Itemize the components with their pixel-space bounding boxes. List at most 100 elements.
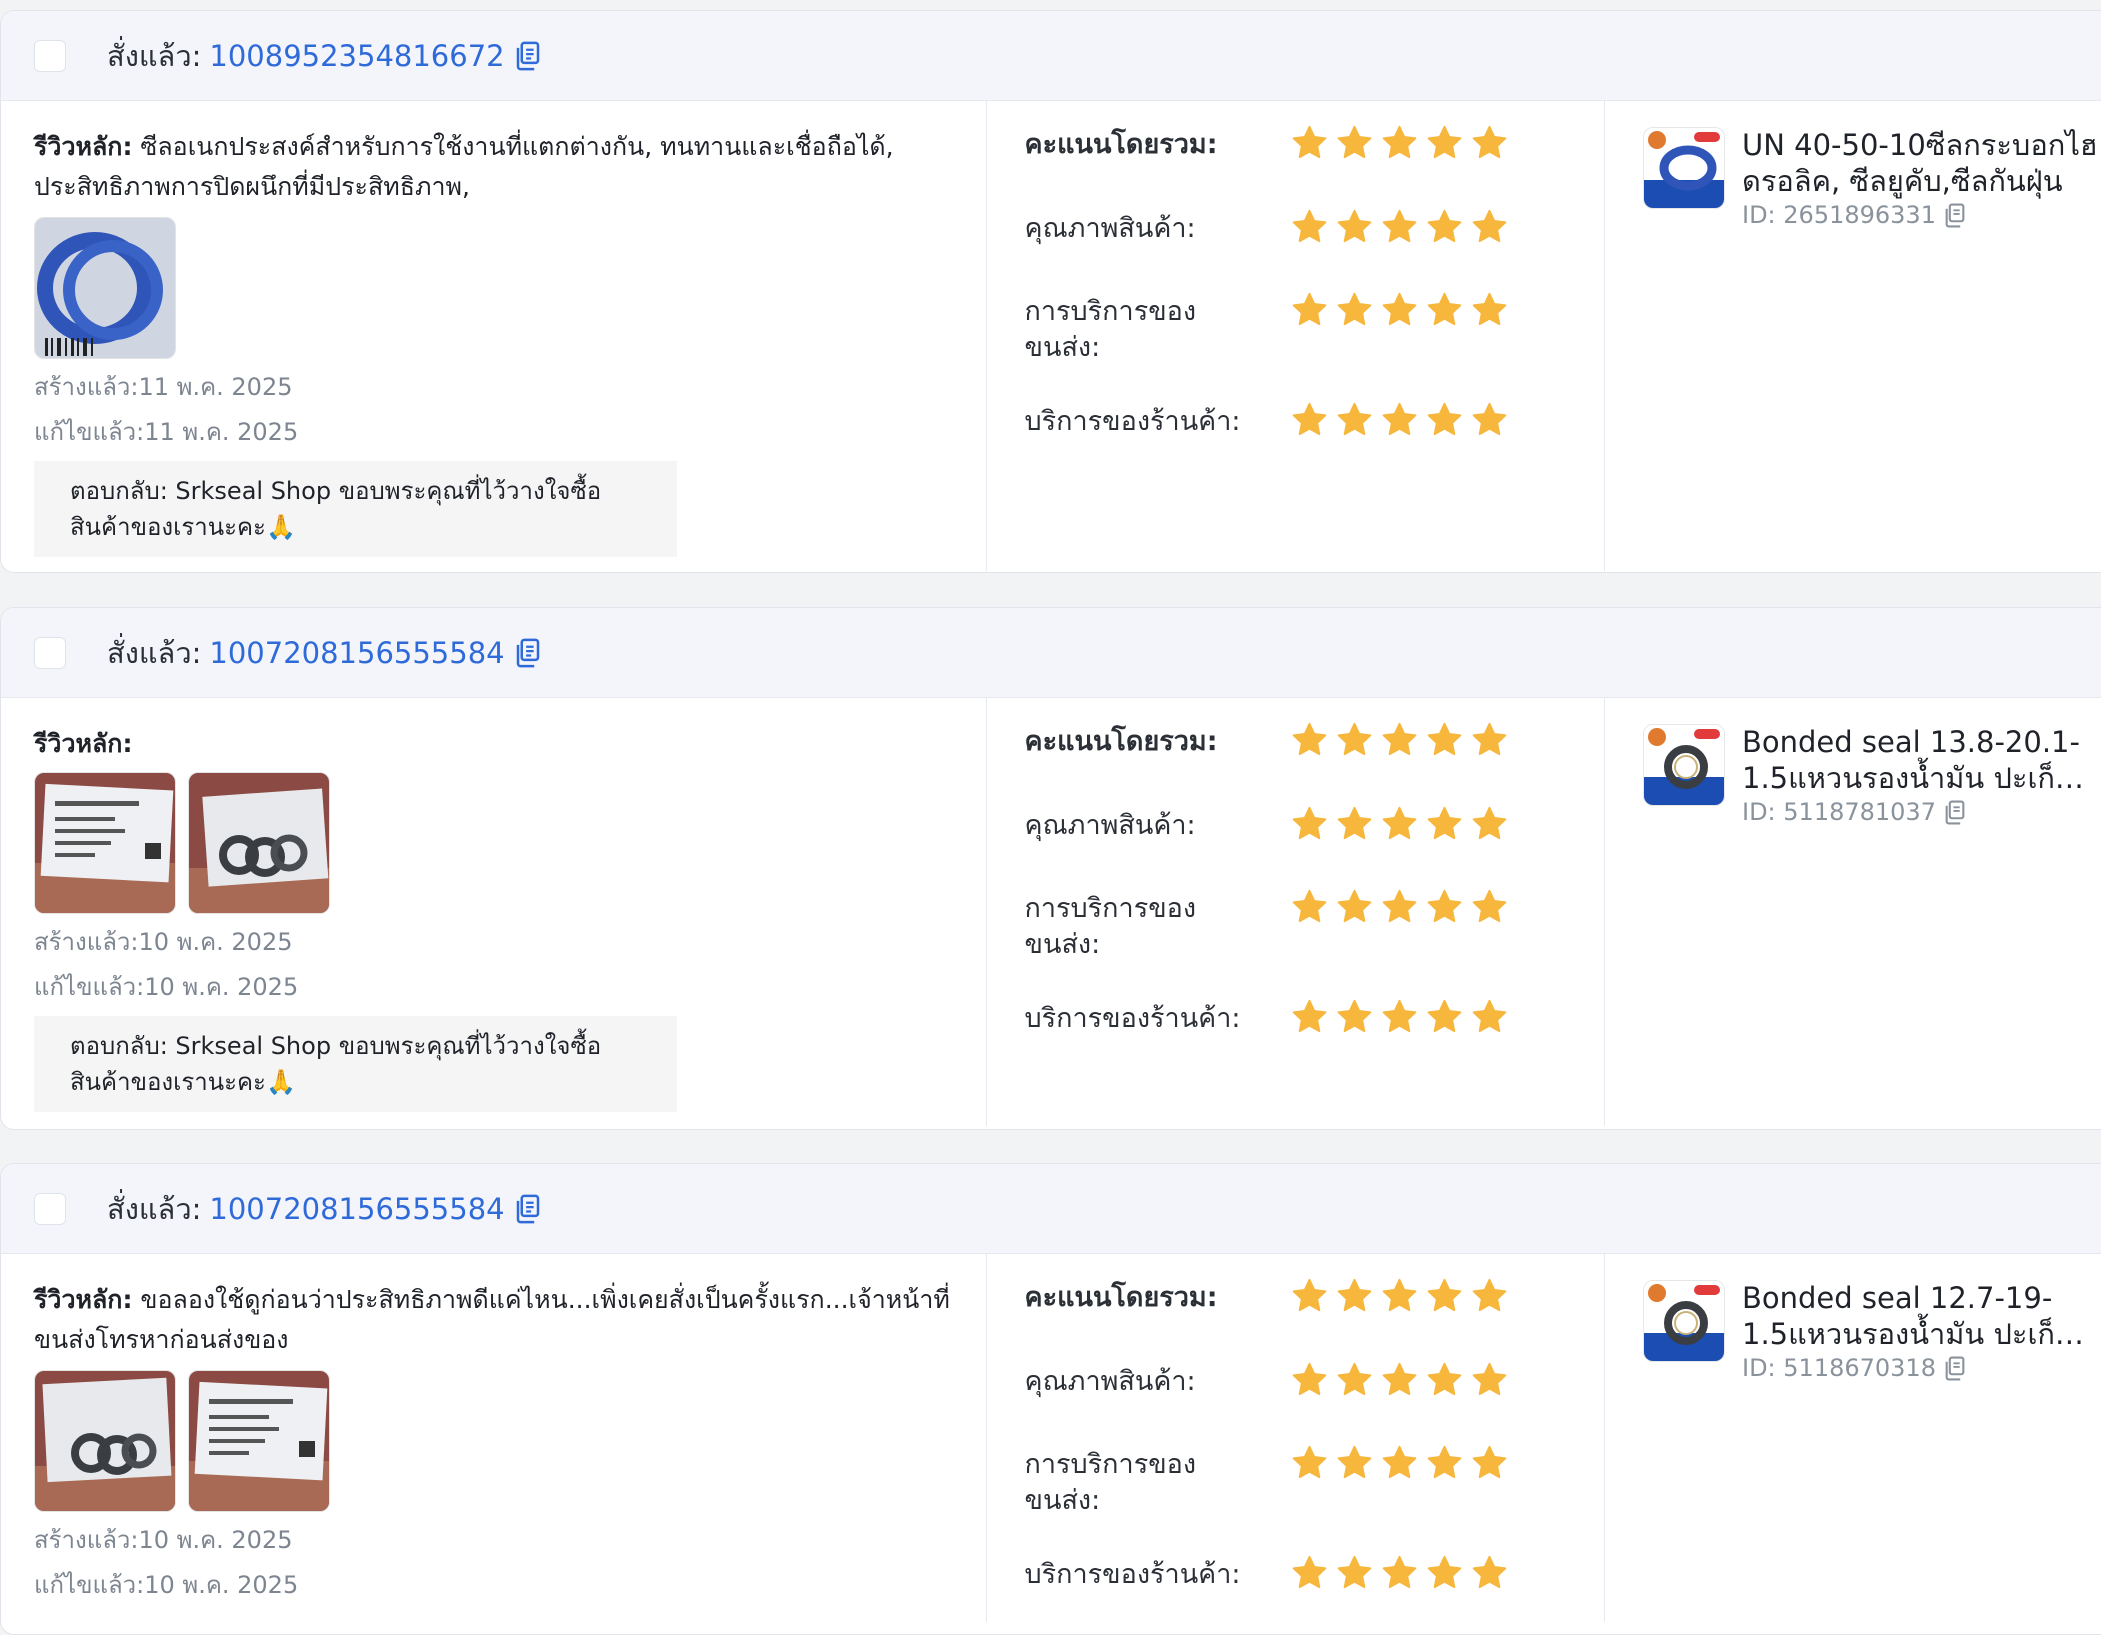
shop-rating: บริการของร้านค้า: [1025, 404, 1604, 440]
product-title[interactable]: Bonded seal 12.7-19-1.5แหวนรองน้ำมัน ปะเ… [1742, 1280, 2101, 1352]
shipping-label: การบริการของขนส่ง: [1024, 296, 1197, 363]
overall-stars [1291, 124, 1508, 161]
product-id-text: ID: 5118781037 [1742, 798, 1936, 826]
product-column: UN 40-50-10ซีลกระบอกไฮดรอลิค, ซีลยูคับ,ซ… [1605, 101, 2101, 571]
quality-stars [1291, 1361, 1508, 1398]
review-text: รีวิวหลัก: [34, 724, 966, 764]
shipping-label: การบริการของขนส่ง: [1024, 1449, 1197, 1516]
review-card-header: สั่งแล้ว: 1008952354816672 [1, 11, 2101, 101]
star-icon [1291, 998, 1328, 1035]
star-icon [1336, 208, 1373, 245]
overall-label: คะแนนโดยรวม: [1024, 129, 1218, 160]
review-photo[interactable] [34, 217, 176, 359]
quality-label: คุณภาพสินค้า: [1024, 1366, 1196, 1397]
review-label: รีวิวหลัก: [34, 132, 133, 161]
star-icon [1381, 1554, 1418, 1591]
star-icon [1336, 1277, 1373, 1314]
product-thumbnail[interactable] [1643, 127, 1725, 209]
star-icon [1291, 208, 1328, 245]
quality-rating: คุณภาพสินค้า: [1025, 1364, 1604, 1447]
review-content: ขอลองใช้ดูก่อนว่าประสิทธิภาพดีแค่ไหน...เ… [34, 1285, 950, 1354]
star-icon [1426, 1277, 1463, 1314]
overall-label: คะแนนโดยรวม: [1024, 726, 1218, 757]
order-id-link[interactable]: 1007208156555584 [209, 636, 504, 670]
copy-icon[interactable] [1944, 1356, 1966, 1381]
star-icon [1471, 401, 1508, 438]
overall-stars [1291, 1277, 1508, 1314]
copy-icon[interactable] [1944, 800, 1966, 825]
quality-stars [1291, 805, 1508, 842]
select-checkbox[interactable] [34, 1192, 66, 1225]
select-checkbox[interactable] [34, 39, 66, 72]
star-icon [1336, 721, 1373, 758]
order-id-link[interactable]: 1008952354816672 [209, 39, 504, 73]
star-icon [1381, 1277, 1418, 1314]
order-label: สั่งแล้ว: [107, 1191, 202, 1226]
copy-icon[interactable] [515, 1194, 541, 1224]
overall-rating: คะแนนโดยรวม: [1025, 1280, 1604, 1364]
ratings-column: คะแนนโดยรวม: คุณภาพสินค้า: การบริการของข… [987, 698, 1605, 1126]
copy-icon[interactable] [1944, 203, 1966, 228]
star-icon [1336, 805, 1373, 842]
review-photo[interactable] [188, 772, 330, 914]
order-label: สั่งแล้ว: [107, 635, 202, 670]
star-icon [1291, 721, 1328, 758]
shipping-rating: การบริการของขนส่ง: [1025, 891, 1604, 1001]
product-thumbnail[interactable] [1643, 724, 1725, 806]
star-icon [1471, 208, 1508, 245]
select-checkbox[interactable] [34, 636, 66, 669]
review-photo[interactable] [34, 772, 176, 914]
shop-stars [1291, 401, 1508, 438]
star-icon [1471, 805, 1508, 842]
order-label: สั่งแล้ว: [107, 38, 202, 73]
review-text: รีวิวหลัก: ซีลอเนกประสงค์สำหรับการใช้งาน… [34, 127, 966, 207]
overall-rating: คะแนนโดยรวม: [1025, 724, 1604, 808]
quality-label: คุณภาพสินค้า: [1024, 213, 1196, 244]
product-title[interactable]: UN 40-50-10ซีลกระบอกไฮดรอลิค, ซีลยูคับ,ซ… [1742, 127, 2101, 199]
ratings-column: คะแนนโดยรวม: คุณภาพสินค้า: การบริการของข… [987, 101, 1605, 571]
edited-date: แก้ไขแล้ว:11 พ.ค. 2025 [34, 418, 299, 446]
shop-reply: ตอบกลับ: Srkseal Shop ขอบพระคุณที่ไว้วาง… [34, 1016, 677, 1112]
star-icon [1291, 888, 1328, 925]
star-icon [1381, 805, 1418, 842]
review-column: รีวิวหลัก: ขอลองใช้ดูก่อนว่าประสิทธิภาพด… [1, 1254, 987, 1622]
star-icon [1471, 888, 1508, 925]
quality-label: คุณภาพสินค้า: [1024, 810, 1196, 841]
product-id-text: ID: 2651896331 [1742, 201, 1936, 229]
order-id-link[interactable]: 1007208156555584 [209, 1192, 504, 1226]
shop-label: บริการของร้านค้า: [1024, 406, 1241, 437]
shop-label: บริการของร้านค้า: [1024, 1003, 1241, 1034]
star-icon [1471, 998, 1508, 1035]
shop-stars [1291, 998, 1508, 1035]
star-icon [1471, 721, 1508, 758]
review-photos [34, 1370, 966, 1512]
star-icon [1471, 1554, 1508, 1591]
review-photo[interactable] [34, 1370, 176, 1512]
star-icon [1336, 888, 1373, 925]
review-photo[interactable] [188, 1370, 330, 1512]
star-icon [1471, 1361, 1508, 1398]
review-card-header: สั่งแล้ว: 1007208156555584 [1, 1164, 2101, 1254]
edited-date: แก้ไขแล้ว:10 พ.ค. 2025 [34, 973, 299, 1001]
created-date: สร้างแล้ว:10 พ.ค. 2025 [34, 1526, 293, 1554]
product-thumbnail[interactable] [1643, 1280, 1725, 1362]
shipping-rating: การบริการของขนส่ง: [1025, 1447, 1604, 1557]
product-id: ID: 2651896331 [1742, 201, 2101, 229]
star-icon [1426, 401, 1463, 438]
shipping-rating: การบริการของขนส่ง: [1025, 294, 1604, 404]
quality-rating: คุณภาพสินค้า: [1025, 808, 1604, 891]
star-icon [1381, 721, 1418, 758]
product-column: Bonded seal 12.7-19-1.5แหวนรองน้ำมัน ปะเ… [1605, 1254, 2101, 1622]
ratings-column: คะแนนโดยรวม: คุณภาพสินค้า: การบริการของข… [987, 1254, 1605, 1622]
review-photos [34, 772, 966, 914]
review-column: รีวิวหลัก: ซีลอเนกประสงค์สำหรับการใช้งาน… [1, 101, 987, 571]
shop-rating: บริการของร้านค้า: [1025, 1557, 1604, 1593]
star-icon [1426, 1554, 1463, 1591]
copy-icon[interactable] [515, 638, 541, 668]
overall-label: คะแนนโดยรวม: [1024, 1282, 1218, 1313]
product-title[interactable]: Bonded seal 13.8-20.1-1.5แหวนรองน้ำมัน ป… [1742, 724, 2101, 796]
copy-icon[interactable] [515, 41, 541, 71]
shipping-label: การบริการของขนส่ง: [1024, 893, 1197, 960]
star-icon [1381, 888, 1418, 925]
shop-rating: บริการของร้านค้า: [1025, 1001, 1604, 1037]
